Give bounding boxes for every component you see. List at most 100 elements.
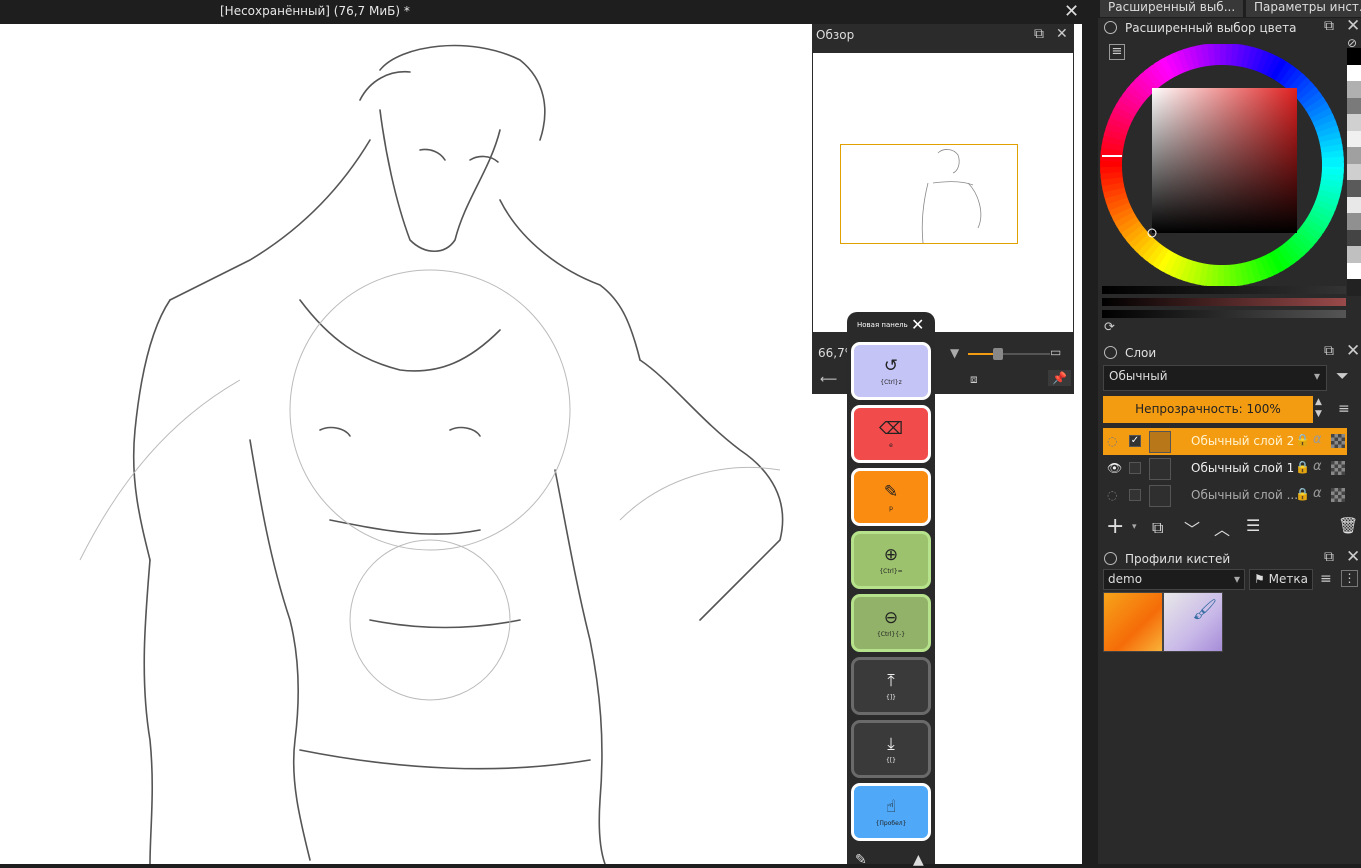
layer-name[interactable]: Обычный слой 2 xyxy=(1191,434,1294,448)
shortcut-label: {Ctrl}= xyxy=(879,568,903,575)
zoom-slider[interactable] xyxy=(968,348,1050,360)
zoom-slider-handle[interactable] xyxy=(992,348,1003,360)
tab-color-selector[interactable]: Расширенный выб... xyxy=(1100,0,1243,17)
alpha-lock-icon[interactable]: α xyxy=(1313,459,1322,474)
visibility-icon[interactable]: ◌ xyxy=(1107,434,1117,448)
fit-screen-icon[interactable]: ▭ xyxy=(1050,345,1061,359)
float-docker-icon[interactable]: ⧉ xyxy=(1034,26,1044,42)
transparency-icon[interactable] xyxy=(1331,461,1345,475)
zoom-out-button[interactable]: ⊖ {Ctrl}{-} xyxy=(851,594,931,652)
float-docker-icon[interactable]: ⧉ xyxy=(1324,343,1334,359)
blend-mode-select[interactable]: Обычный ▾ xyxy=(1103,365,1327,391)
lock-icon[interactable] xyxy=(1104,21,1117,34)
layer-row[interactable]: ◌ ✓ Обычный слой 2 🔒 α xyxy=(1103,428,1347,455)
color-history-strip[interactable] xyxy=(1347,48,1361,296)
lock-icon[interactable]: 🔒 xyxy=(1295,487,1310,501)
layer-name[interactable]: Обычный слой ... xyxy=(1191,488,1298,502)
chevron-down-icon: ▾ xyxy=(1233,572,1240,586)
visibility-icon[interactable]: 👁 xyxy=(1107,461,1122,475)
brush-button[interactable]: ✎ p xyxy=(851,468,931,526)
close-document-icon[interactable]: ✕ xyxy=(1064,1,1079,22)
value-bar[interactable] xyxy=(1102,286,1346,294)
close-docker-icon[interactable]: ✕ xyxy=(1056,26,1068,42)
move-down-icon: ⤓ xyxy=(887,734,895,754)
overview-preview[interactable] xyxy=(813,53,1073,332)
transparency-icon[interactable] xyxy=(1331,488,1345,502)
pin-icon[interactable]: 📌 xyxy=(1048,370,1071,386)
layer-checkbox[interactable] xyxy=(1129,462,1141,474)
color-wheel[interactable] xyxy=(1100,44,1348,292)
layers-header: Слои ⧉ ✕ xyxy=(1098,341,1361,365)
close-docker-icon[interactable]: ✕ xyxy=(1346,16,1360,36)
add-layer-icon[interactable]: + xyxy=(1106,514,1124,539)
brush-filter-value: demo xyxy=(1108,572,1143,586)
shortcut-label: {]} xyxy=(886,694,896,701)
float-docker-icon[interactable]: ⧉ xyxy=(1324,18,1334,34)
opacity-slider[interactable]: Непрозрачность: 100% xyxy=(1103,396,1313,423)
delete-layer-icon[interactable]: 🗑 xyxy=(1338,516,1358,535)
lock-icon[interactable]: 🔒 xyxy=(1295,433,1310,447)
saturation-bar[interactable] xyxy=(1102,298,1346,306)
bottle-icon[interactable]: ▲ xyxy=(913,852,924,868)
chevron-down-icon[interactable]: ▾ xyxy=(1132,522,1137,532)
undo-icon: ↺ xyxy=(883,356,899,376)
visibility-icon[interactable]: ◌ xyxy=(1107,488,1117,502)
opacity-stepper[interactable]: ▲ ▼ xyxy=(1315,396,1322,420)
move-layer-down-icon[interactable]: ﹀ xyxy=(1184,516,1200,540)
alpha-lock-icon[interactable]: α xyxy=(1313,432,1322,447)
shortcut-label: e xyxy=(889,442,893,449)
zoom-dropdown-icon[interactable]: ▼ xyxy=(950,346,959,360)
menu-icon[interactable]: ≡ xyxy=(1320,571,1332,587)
layer-row[interactable]: 👁 Обычный слой 1 🔒 α xyxy=(1103,455,1347,482)
rotate-left-icon[interactable]: ⟵ xyxy=(820,372,837,386)
menu-icon[interactable]: ≡ xyxy=(1338,401,1350,417)
shortcut-label: {Ctrl}{-} xyxy=(876,631,906,638)
layer-row[interactable]: ◌ Обычный слой ... 🔒 α xyxy=(1103,482,1347,509)
brush-icon[interactable]: ✎ xyxy=(855,852,867,868)
lock-icon[interactable] xyxy=(1104,346,1117,359)
zoom-in-button[interactable]: ⊕ {Ctrl}= xyxy=(851,531,931,589)
refresh-icon[interactable]: ⟳ xyxy=(1104,320,1115,335)
layer-properties-icon[interactable]: ☰ xyxy=(1246,516,1260,535)
overview-title: Обзор xyxy=(816,28,855,42)
layer-checkbox[interactable] xyxy=(1129,489,1141,501)
shortcut-label: p xyxy=(889,505,893,512)
layer-name[interactable]: Обычный слой 1 xyxy=(1191,461,1294,475)
move-up-button[interactable]: ⤒ {]} xyxy=(851,657,931,715)
pan-hand-button[interactable]: ☝ {Пробел} xyxy=(851,783,931,841)
close-docker-icon[interactable]: ✕ xyxy=(1346,341,1360,361)
undo-button[interactable]: ↺ {Ctrl}z xyxy=(851,342,931,400)
duplicate-layer-icon[interactable]: ⧉ xyxy=(1152,518,1163,538)
brush-filter-input[interactable]: demo ▾ xyxy=(1103,569,1245,590)
blend-mode-value: Обычный xyxy=(1109,369,1168,383)
paintbrush-icon: 🖌 xyxy=(1192,597,1218,621)
close-docker-icon[interactable]: ✕ xyxy=(1346,547,1360,567)
float-docker-icon[interactable]: ⧉ xyxy=(1324,549,1334,565)
dock-tabs: Расширенный выб... Параметры инст... xyxy=(1098,0,1361,18)
mirror-icon[interactable]: ⧈ xyxy=(970,372,978,387)
tab-tool-options[interactable]: Параметры инст... xyxy=(1246,0,1361,17)
layer-thumbnail xyxy=(1149,431,1171,453)
move-layer-up-icon[interactable]: ︿ xyxy=(1214,516,1230,540)
display-mode-icon[interactable]: ⋮ xyxy=(1341,570,1358,587)
eraser-button[interactable]: ⌫ e xyxy=(851,405,931,463)
lock-icon[interactable] xyxy=(1104,552,1117,565)
move-down-button[interactable]: ⤓ {[} xyxy=(851,720,931,778)
filter-icon[interactable]: ⏷ xyxy=(1336,366,1349,386)
layer-checkbox[interactable]: ✓ xyxy=(1129,435,1141,447)
tag-select[interactable]: ⚑ Метка xyxy=(1249,569,1313,590)
layer-thumbnail xyxy=(1149,485,1171,507)
brush-preset-2[interactable]: 🖌 xyxy=(1163,592,1223,652)
brush-icon: ✎ xyxy=(883,482,899,502)
pan-hand-icon: ☝ xyxy=(885,797,897,817)
shortcut-label: {[} xyxy=(886,757,896,764)
preview-sketch xyxy=(921,149,982,244)
transparency-icon[interactable] xyxy=(1331,434,1345,448)
window-title: [Несохранённый] (76,7 МиБ) * xyxy=(220,4,410,18)
lightness-bar[interactable] xyxy=(1102,310,1346,318)
alpha-lock-icon[interactable]: α xyxy=(1313,486,1322,501)
lock-icon[interactable]: 🔒 xyxy=(1295,460,1310,474)
opacity-label: Непрозрачность: 100% xyxy=(1135,402,1281,416)
brush-preset-1[interactable] xyxy=(1103,592,1163,652)
close-panel-icon[interactable]: ✕ xyxy=(911,315,924,334)
